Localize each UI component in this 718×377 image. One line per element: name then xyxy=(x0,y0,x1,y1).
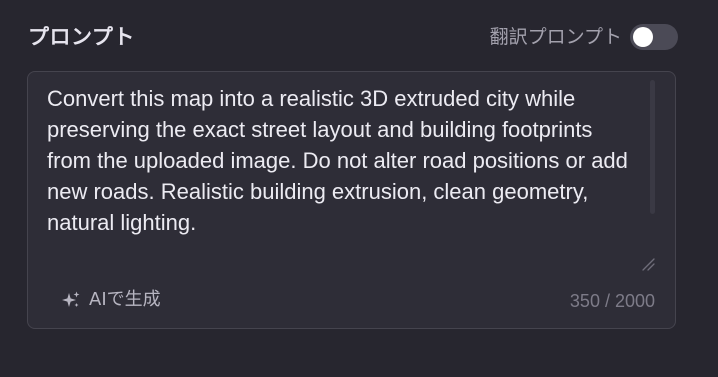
character-counter: 350 / 2000 xyxy=(569,291,655,311)
prompt-panel: Convert this map into a realistic 3D ext… xyxy=(27,71,676,329)
prompt-scrollbar[interactable] xyxy=(650,80,655,214)
sparkles-icon xyxy=(62,291,80,307)
ai-generate-button[interactable]: AIで生成 xyxy=(61,287,161,313)
toggle-knob xyxy=(633,27,653,47)
prompt-title: プロンプト xyxy=(28,25,135,49)
prompt-section: プロンプト 翻訳プロンプト Convert this map into a re… xyxy=(0,0,718,377)
ai-generate-label: AIで生成 xyxy=(89,289,161,310)
translate-prompt-label: 翻訳プロンプト xyxy=(489,26,622,48)
translate-prompt-toggle[interactable] xyxy=(630,24,678,50)
prompt-textarea[interactable]: Convert this map into a realistic 3D ext… xyxy=(47,83,637,267)
resize-handle-icon[interactable] xyxy=(641,257,655,271)
translate-prompt-control: 翻訳プロンプト xyxy=(490,20,678,54)
